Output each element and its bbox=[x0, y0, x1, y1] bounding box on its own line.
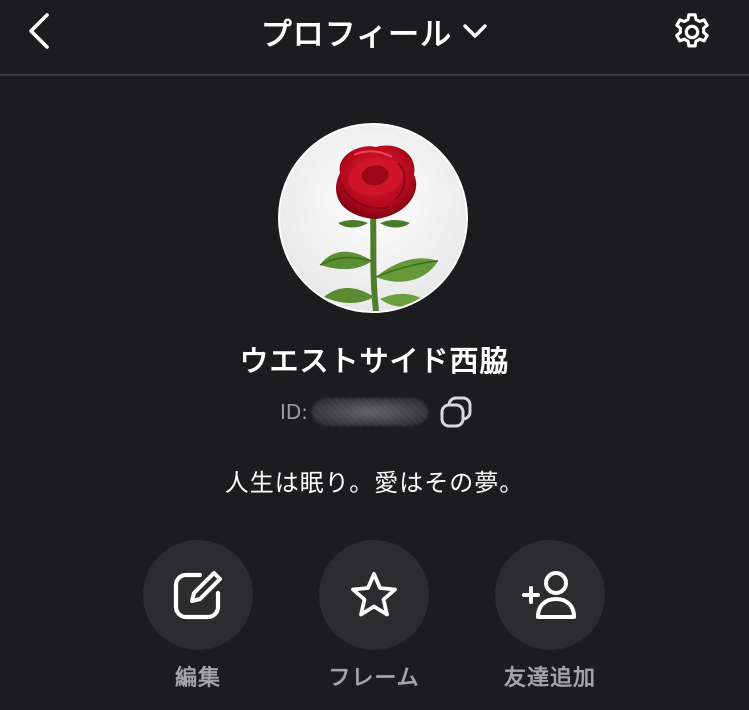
page-title: プロフィール bbox=[260, 16, 453, 53]
profile-title-dropdown[interactable]: プロフィール bbox=[261, 9, 488, 54]
chevron-down-icon bbox=[463, 24, 487, 38]
back-button[interactable] bbox=[14, 6, 64, 56]
id-label: ID: bbox=[280, 400, 309, 424]
rose-image bbox=[280, 125, 466, 311]
user-id-row: ID: bbox=[280, 392, 476, 432]
frame-button-label: フレーム bbox=[328, 666, 420, 691]
gear-icon bbox=[675, 13, 709, 48]
header-divider bbox=[0, 74, 749, 76]
header-bar: プロフィール bbox=[0, 0, 749, 74]
chevron-left-icon bbox=[29, 13, 49, 49]
edit-icon bbox=[173, 571, 222, 620]
edit-button-label: 編集 bbox=[174, 666, 221, 691]
frame-button[interactable]: フレーム bbox=[304, 540, 444, 692]
add-friend-button-circle[interactable] bbox=[495, 540, 605, 650]
add-friend-button[interactable]: 友達追加 bbox=[480, 540, 620, 692]
profile-name: ウエストサイド西脇 bbox=[239, 344, 510, 378]
user-id-value-redacted bbox=[312, 398, 429, 426]
star-icon bbox=[351, 572, 397, 617]
edit-button[interactable]: 編集 bbox=[128, 540, 268, 692]
settings-button[interactable] bbox=[666, 6, 718, 58]
copy-icon bbox=[440, 396, 472, 428]
edit-button-circle[interactable] bbox=[143, 540, 253, 650]
profile-bio: 人生は眠り。愛はその夢。 bbox=[224, 469, 525, 497]
frame-button-circle[interactable] bbox=[319, 540, 429, 650]
add-friend-button-label: 友達追加 bbox=[503, 666, 596, 691]
copy-id-button[interactable] bbox=[436, 392, 476, 432]
add-friend-icon bbox=[522, 571, 576, 619]
avatar[interactable] bbox=[278, 123, 468, 313]
